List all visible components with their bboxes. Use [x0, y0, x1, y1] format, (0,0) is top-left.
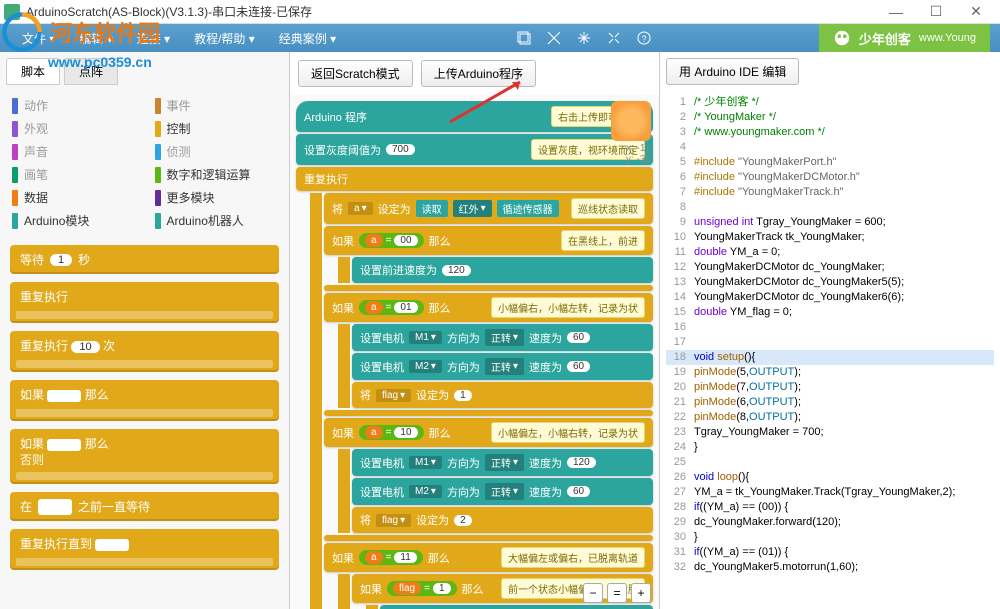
motor-m2-block[interactable]: 设置电机M2▾方向为正转▾速度为60	[352, 353, 653, 380]
block-repeat[interactable]: 重复执行 10 次	[10, 331, 279, 372]
ide-edit-button[interactable]: 用 Arduino IDE 编辑	[666, 58, 799, 85]
cat-pen[interactable]: 画笔	[12, 164, 135, 185]
zoom-out-button[interactable]: −	[583, 583, 603, 603]
menu-connect[interactable]: 连接 ▾	[125, 30, 182, 47]
sprite-thumbnail[interactable]	[611, 101, 651, 141]
if-block-10[interactable]: 如果a=10那么小幅偏左，小幅右转，记录为状	[324, 418, 653, 447]
forever-block[interactable]: 重复执行	[296, 167, 653, 191]
block-wait-until[interactable]: 在 之前一直等待	[10, 492, 279, 521]
cat-motion[interactable]: 动作	[12, 95, 135, 116]
block-wait[interactable]: 等待1秒	[10, 245, 279, 274]
if-block-01[interactable]: 如果a=01那么小幅偏右，小幅左转，记录为状	[324, 293, 653, 322]
red-arrow	[440, 72, 540, 132]
set-var-block[interactable]: 将a▾设定为读取红外▾循迹传感器巡线状态读取	[324, 193, 653, 224]
cat-operators[interactable]: 数字和逻辑运算	[155, 164, 278, 185]
zoom-controls: − = +	[583, 583, 651, 603]
stamp-icon[interactable]	[516, 30, 532, 46]
block-panel: 脚本 点阵 动作 事件 外观 控制 声音 侦测 画笔 数字和逻辑运算 数据 更多…	[0, 52, 290, 609]
svg-text:?: ?	[641, 34, 646, 44]
back-to-scratch-button[interactable]: 返回Scratch模式	[298, 60, 413, 87]
maximize-button[interactable]: ☐	[916, 0, 956, 24]
if-block-11[interactable]: 如果a=11那么大幅偏左或偏右，已脱离轨道	[324, 543, 653, 572]
help-icon[interactable]: ?	[636, 30, 652, 46]
menubar: 文件 ▾ 编辑 ▾ 连接 ▾ 教程/帮助 ▾ 经典案例 ▾ ? 少年创客 www…	[0, 24, 1000, 52]
set-flag-block-2[interactable]: 将flag▾设定为2	[352, 507, 653, 533]
block-forever[interactable]: 重复执行	[10, 282, 279, 323]
brand: 少年创客 www.Young	[819, 24, 990, 52]
block-palette: 等待1秒 重复执行 重复执行 10 次 如果 那么 如果 那么否则 在 之前一直…	[6, 235, 283, 603]
titlebar: ArduinoScratch(AS-Block)(V3.1.3)-串口未连接-已…	[0, 0, 1000, 24]
motor-m2-block-2[interactable]: 设置电机M2▾方向为正转▾速度为60	[352, 478, 653, 505]
cat-arduino-mod[interactable]: Arduino模块	[12, 210, 135, 231]
block-if-else[interactable]: 如果 那么否则	[10, 429, 279, 484]
minimize-button[interactable]: —	[876, 0, 916, 24]
window-title: ArduinoScratch(AS-Block)(V3.1.3)-串口未连接-已…	[26, 3, 876, 20]
tab-script[interactable]: 脚本	[6, 58, 60, 85]
cat-sensing[interactable]: 侦测	[155, 141, 278, 162]
brand-url: www.Young	[919, 32, 976, 44]
zoom-in-button[interactable]: +	[631, 583, 651, 603]
cat-events[interactable]: 事件	[155, 95, 278, 116]
close-button[interactable]: ✕	[956, 0, 996, 24]
brand-icon	[833, 29, 851, 47]
block-repeat-until[interactable]: 重复执行直到	[10, 529, 279, 570]
set-flag-block[interactable]: 将flag▾设定为1	[352, 382, 653, 408]
shrink-icon[interactable]	[606, 30, 622, 46]
motor-m1-block[interactable]: 设置电机M1▾方向为正转▾速度为60	[352, 324, 653, 351]
app-icon	[4, 4, 20, 20]
menu-edit[interactable]: 编辑 ▾	[67, 30, 124, 47]
menu-tutorial[interactable]: 教程/帮助 ▾	[182, 30, 267, 47]
if-block-00[interactable]: 如果a=00那么在黑线上，前进	[324, 226, 653, 255]
cat-sound[interactable]: 声音	[12, 141, 135, 162]
cat-control[interactable]: 控制	[155, 118, 278, 139]
cat-looks[interactable]: 外观	[12, 118, 135, 139]
brand-name: 少年创客	[859, 29, 911, 48]
tab-matrix[interactable]: 点阵	[64, 58, 118, 85]
sprite-info: x: -12y: -35	[611, 101, 651, 165]
zoom-reset-button[interactable]: =	[607, 583, 627, 603]
cut-icon[interactable]	[546, 30, 562, 46]
menu-examples[interactable]: 经典案例 ▾	[267, 30, 348, 47]
set-gray-block[interactable]: 设置灰度阈值为700设置灰度，视环境而定	[296, 134, 653, 165]
grow-icon[interactable]	[576, 30, 592, 46]
menu-file[interactable]: 文件 ▾	[10, 30, 67, 47]
cat-more[interactable]: 更多模块	[155, 187, 278, 208]
motor-m1-block-2[interactable]: 设置电机M1▾方向为正转▾速度为120	[352, 449, 653, 476]
cat-arduino-robot[interactable]: Arduino机器人	[155, 210, 278, 231]
script-canvas: 返回Scratch模式 上传Arduino程序 x: -12y: -35 Ard…	[290, 52, 660, 609]
block-if[interactable]: 如果 那么	[10, 380, 279, 421]
cat-data[interactable]: 数据	[12, 187, 135, 208]
left-turn-block[interactable]: 设置左转速度为120	[380, 605, 653, 609]
forward-block[interactable]: 设置前进速度为120	[352, 257, 653, 283]
code-panel: 用 Arduino IDE 编辑 1/* 少年创客 */2/* YoungMak…	[660, 52, 1000, 609]
category-list: 动作 事件 外观 控制 声音 侦测 画笔 数字和逻辑运算 数据 更多模块 Ard…	[6, 91, 283, 235]
code-viewer[interactable]: 1/* 少年创客 */2/* YoungMaker */3/* www.youn…	[660, 91, 1000, 609]
